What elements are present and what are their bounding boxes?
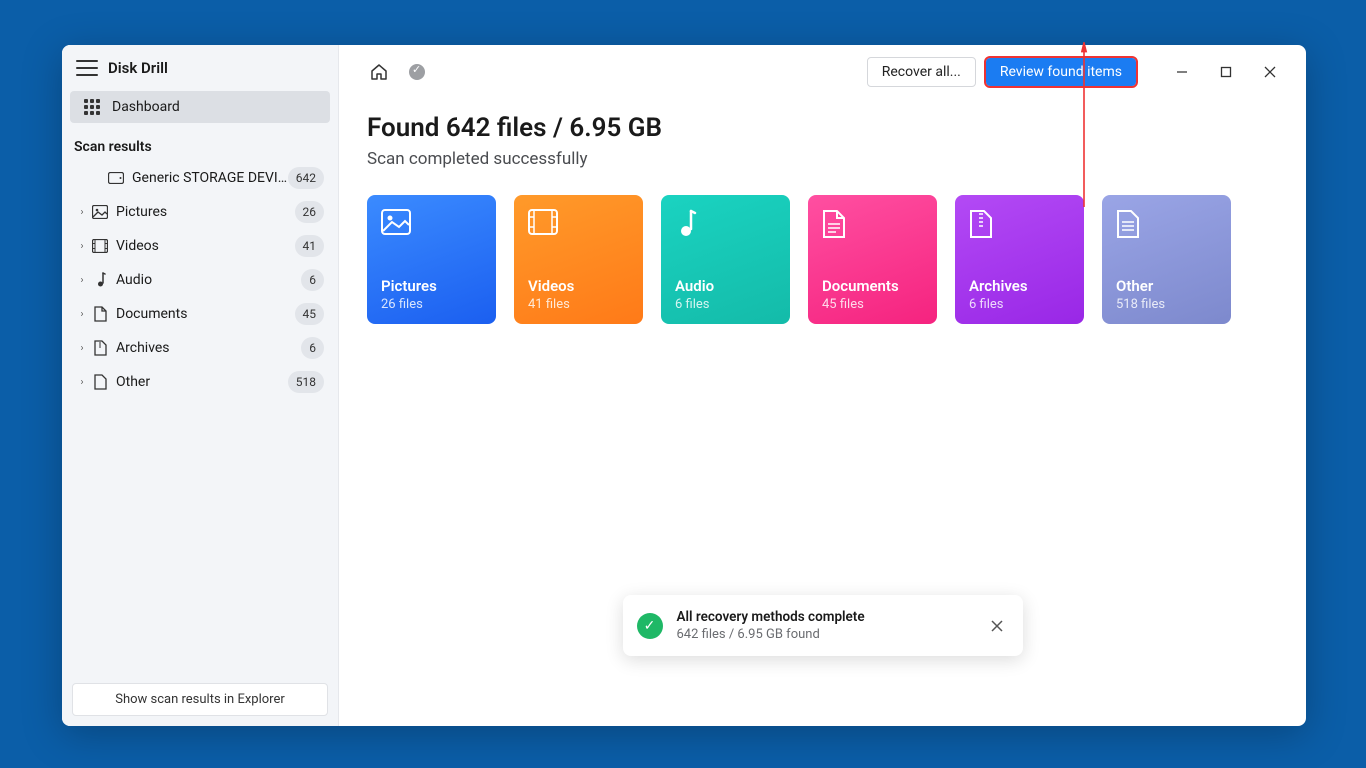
audio-icon xyxy=(90,272,110,288)
sidebar-item-label: Archives xyxy=(110,340,301,356)
device-count-badge: 642 xyxy=(288,167,324,189)
count-badge: 41 xyxy=(295,235,325,257)
sidebar-footer: Show scan results in Explorer xyxy=(62,673,338,726)
document-icon xyxy=(90,306,110,322)
count-badge: 6 xyxy=(301,337,324,359)
sidebar-item-label: Audio xyxy=(110,272,301,288)
check-circle-icon: ✓ xyxy=(637,613,663,639)
subline: Scan completed successfully xyxy=(367,149,1278,169)
app-title: Disk Drill xyxy=(108,59,168,77)
sidebar-item-other[interactable]: › Other 518 xyxy=(70,365,330,399)
file-icon xyxy=(90,374,110,390)
minimize-button[interactable] xyxy=(1160,58,1204,86)
sidebar-item-documents[interactable]: › Documents 45 xyxy=(70,297,330,331)
card-sub: 45 files xyxy=(822,297,923,312)
dashboard-label: Dashboard xyxy=(112,99,180,115)
drive-icon xyxy=(106,172,126,184)
maximize-button[interactable] xyxy=(1204,58,1248,86)
window-controls xyxy=(1160,58,1292,86)
home-icon[interactable] xyxy=(365,58,393,86)
card-sub: 6 files xyxy=(969,297,1070,312)
card-sub: 6 files xyxy=(675,297,776,312)
dashboard-icon xyxy=(84,99,100,115)
count-badge: 45 xyxy=(295,303,325,325)
sidebar-item-label: Documents xyxy=(110,306,295,322)
sidebar-tree: › Generic STORAGE DEVIC... 642 › Picture… xyxy=(62,161,338,399)
sidebar-section-scan-results: Scan results xyxy=(62,127,338,161)
picture-icon xyxy=(381,209,482,241)
chevron-right-icon: › xyxy=(74,241,90,252)
card-sub: 41 files xyxy=(528,297,629,312)
show-in-explorer-button[interactable]: Show scan results in Explorer xyxy=(72,683,328,716)
card-title: Archives xyxy=(969,277,1070,295)
video-icon xyxy=(528,209,629,241)
sidebar-item-audio[interactable]: › Audio 6 xyxy=(70,263,330,297)
card-title: Audio xyxy=(675,277,776,295)
card-videos[interactable]: Videos 41 files xyxy=(514,195,643,324)
audio-icon xyxy=(675,209,776,241)
review-found-items-button[interactable]: Review found items xyxy=(986,58,1136,86)
archive-icon xyxy=(969,209,1070,241)
headline: Found 642 files / 6.95 GB xyxy=(367,113,1278,143)
close-icon[interactable] xyxy=(985,614,1009,638)
app-window: Disk Drill Dashboard Scan results › Gene… xyxy=(62,45,1306,726)
chevron-right-icon: › xyxy=(74,343,90,354)
sidebar-header: Disk Drill xyxy=(62,45,338,87)
card-title: Documents xyxy=(822,277,923,295)
video-icon xyxy=(90,239,110,253)
result-cards: Pictures 26 files Videos 41 files Audio 6 f… xyxy=(367,195,1278,324)
sidebar-item-device[interactable]: › Generic STORAGE DEVIC... 642 xyxy=(70,161,330,195)
card-documents[interactable]: Documents 45 files xyxy=(808,195,937,324)
content: Found 642 files / 6.95 GB Scan completed… xyxy=(339,95,1306,324)
main-area: Recover all... Review found items Found … xyxy=(339,45,1306,726)
card-sub: 518 files xyxy=(1116,297,1217,312)
sidebar-item-dashboard[interactable]: Dashboard xyxy=(70,91,330,123)
count-badge: 26 xyxy=(295,201,325,223)
chevron-right-icon: › xyxy=(74,207,90,218)
archive-icon xyxy=(90,340,110,356)
file-icon xyxy=(1116,209,1217,241)
count-badge: 518 xyxy=(288,371,324,393)
card-title: Videos xyxy=(528,277,629,295)
sidebar-item-videos[interactable]: › Videos 41 xyxy=(70,229,330,263)
card-sub: 26 files xyxy=(381,297,482,312)
card-archives[interactable]: Archives 6 files xyxy=(955,195,1084,324)
sidebar-item-pictures[interactable]: › Pictures 26 xyxy=(70,195,330,229)
sidebar: Disk Drill Dashboard Scan results › Gene… xyxy=(62,45,339,726)
document-icon xyxy=(822,209,923,241)
sidebar-item-label: Pictures xyxy=(110,204,295,220)
card-other[interactable]: Other 518 files xyxy=(1102,195,1231,324)
device-label: Generic STORAGE DEVIC... xyxy=(126,170,288,186)
picture-icon xyxy=(90,205,110,219)
chevron-right-icon: › xyxy=(74,309,90,320)
chevron-right-icon: › xyxy=(74,275,90,286)
nav-block: Dashboard xyxy=(62,87,338,127)
sidebar-item-label: Videos xyxy=(110,238,295,254)
toast-title: All recovery methods complete xyxy=(677,609,971,625)
completion-toast: ✓ All recovery methods complete 642 file… xyxy=(623,595,1023,656)
close-button[interactable] xyxy=(1248,58,1292,86)
sidebar-item-archives[interactable]: › Archives 6 xyxy=(70,331,330,365)
recover-all-button[interactable]: Recover all... xyxy=(867,57,976,87)
card-title: Pictures xyxy=(381,277,482,295)
hamburger-icon[interactable] xyxy=(76,60,98,76)
topbar: Recover all... Review found items xyxy=(339,45,1306,95)
card-title: Other xyxy=(1116,277,1217,295)
chevron-right-icon: › xyxy=(74,377,90,388)
card-pictures[interactable]: Pictures 26 files xyxy=(367,195,496,324)
toast-sub: 642 files / 6.95 GB found xyxy=(677,627,971,642)
toast-text: All recovery methods complete 642 files … xyxy=(677,609,971,642)
shield-check-icon[interactable] xyxy=(403,58,431,86)
card-audio[interactable]: Audio 6 files xyxy=(661,195,790,324)
sidebar-item-label: Other xyxy=(110,374,288,390)
count-badge: 6 xyxy=(301,269,324,291)
